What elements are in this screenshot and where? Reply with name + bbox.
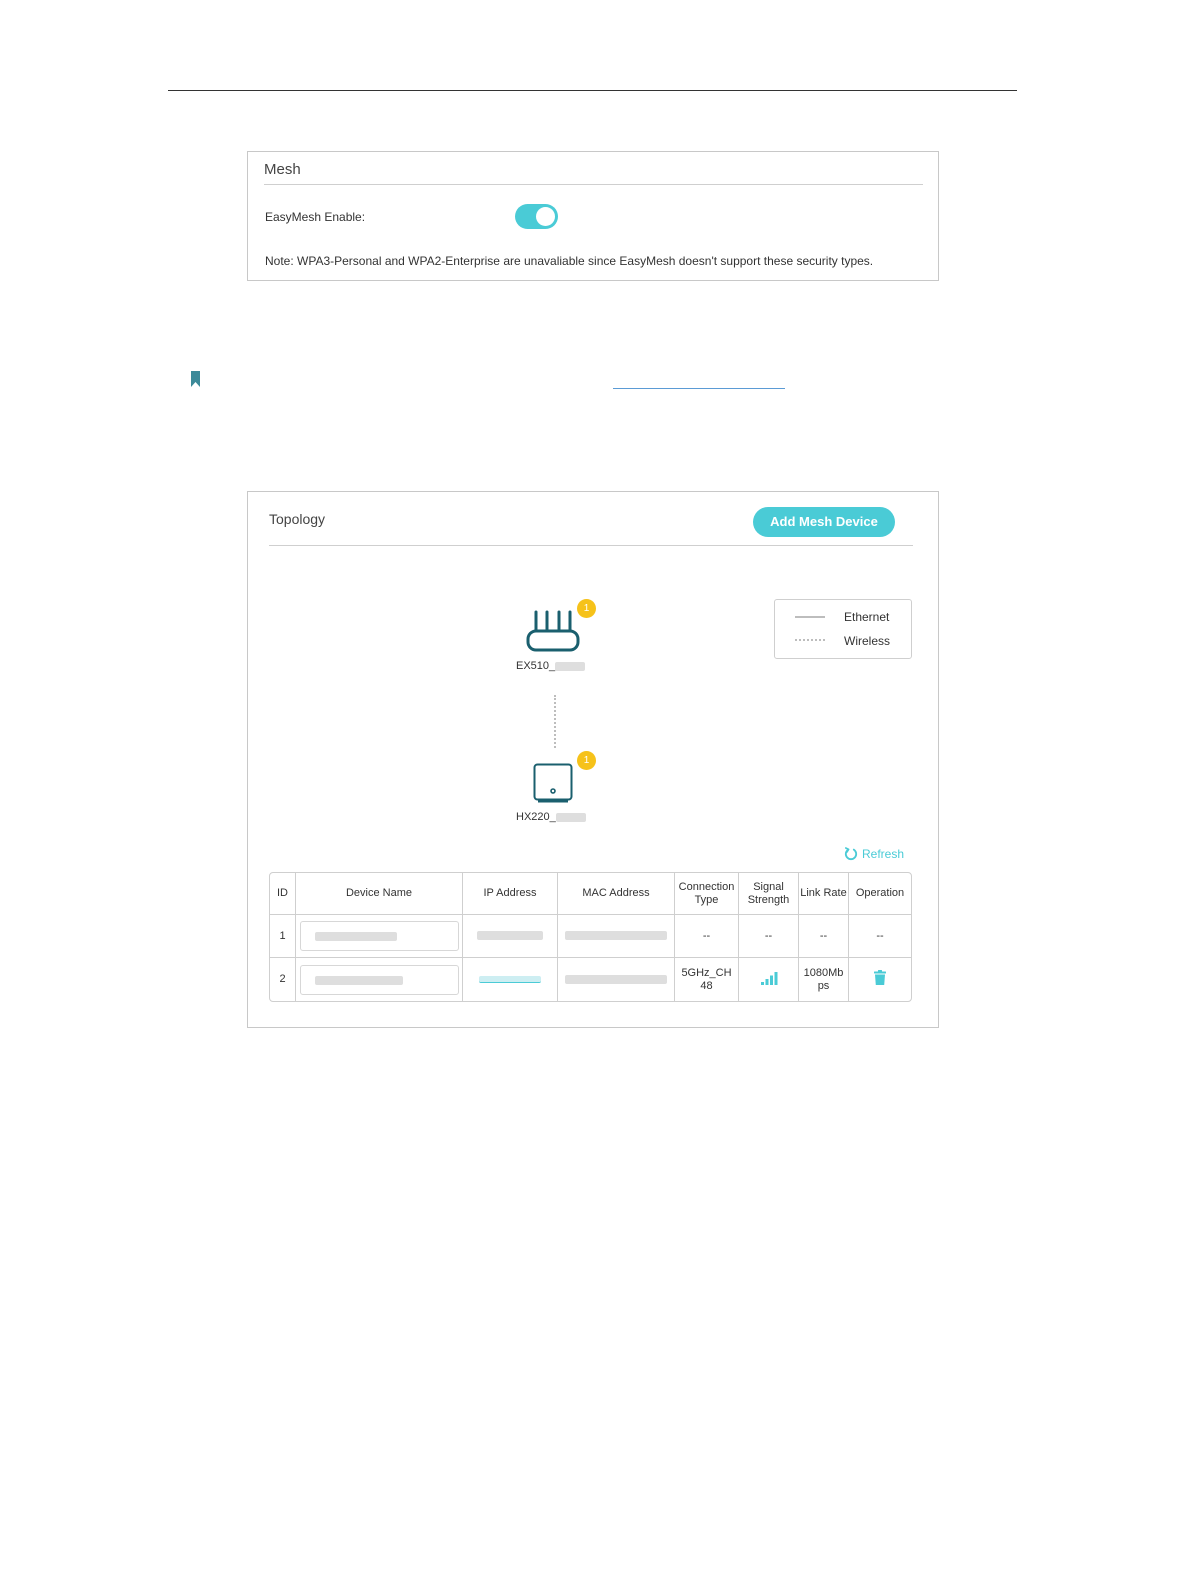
cell-id: 1 [270,915,296,958]
cell-ip-address [463,915,558,958]
ethernet-line-sample [795,616,825,618]
signal-bars-icon [760,971,777,985]
cell-device-name [296,958,463,1001]
mesh-device-table: ID Device Name IP Address MAC Address Co… [269,872,912,1002]
device-name-input[interactable] [299,921,459,951]
node-name: EX510_ [516,660,556,672]
cell-signal-strength: -- [739,915,799,958]
mesh-divider [264,184,923,185]
topology-legend: Ethernet Wireless [774,599,912,659]
redacted-text [555,812,586,822]
redacted-text [565,931,667,941]
legend-ethernet-label: Ethernet [844,610,890,624]
refresh-label: Refresh [862,847,905,861]
header-rule [168,90,1017,91]
table-row: 1 -- -- -- -- [270,915,911,958]
cell-connection-type: -- [675,915,739,958]
cell-id: 2 [270,958,296,1001]
link-underline[interactable] [613,388,785,389]
col-connection-type: Connection Type [675,873,739,915]
node-badge: 1 [577,751,596,770]
redacted-text [314,932,397,941]
cell-mac-address [558,915,675,958]
redacted-text [477,931,543,941]
trash-icon[interactable] [874,970,886,985]
node-name: HX220_ [516,811,556,823]
col-id: ID [270,873,296,915]
cell-link-rate: 1080Mb ps [799,958,849,1001]
cell-connection-type: 5GHz_CH 48 [675,958,739,1001]
cell-link-rate: -- [799,915,849,958]
mesh-title: Mesh [264,161,301,178]
toggle-knob [536,207,555,226]
wireless-link-line [554,695,556,748]
col-operation: Operation [849,873,911,915]
node-label-hx220: HX220_ [516,811,586,823]
device-name-input[interactable] [299,964,459,995]
col-ip-address: IP Address [463,873,558,915]
mesh-panel: Mesh EasyMesh Enable: Note: WPA3-Persona… [247,151,939,281]
ip-address-link[interactable] [479,975,541,983]
refresh-icon [844,847,858,861]
refresh-button[interactable]: Refresh [844,847,904,861]
redacted-text [314,975,403,985]
cell-device-name [296,915,463,958]
node-label-ex510: EX510_ [516,660,586,672]
cell-mac-address [558,958,675,1001]
router-icon[interactable] [525,609,581,653]
bookmark-icon [191,371,200,387]
table-header-row: ID Device Name IP Address MAC Address Co… [270,873,911,915]
wireless-line-sample [795,639,825,641]
legend-wireless-label: Wireless [844,634,891,648]
table-row: 2 5GHz_CH 48 1080Mb ps [270,958,911,1001]
cell-operation [849,958,911,1001]
redacted-text [565,974,667,984]
easymesh-toggle[interactable] [515,204,558,229]
cell-operation: -- [849,915,911,958]
col-link-rate: Link Rate [799,873,849,915]
topology-title: Topology [269,511,326,527]
col-signal-strength: Signal Strength [739,873,799,915]
col-mac-address: MAC Address [558,873,675,915]
cell-ip-address[interactable] [463,958,558,1001]
cell-signal-strength [739,958,799,1001]
topology-divider [269,545,913,546]
topology-panel: Topology Add Mesh Device Ethernet Wirele… [247,491,939,1028]
col-device-name: Device Name [296,873,463,915]
easymesh-enable-label: EasyMesh Enable: [265,210,366,224]
redacted-text [555,661,586,671]
node-badge: 1 [577,599,596,618]
satellite-icon[interactable] [533,763,573,803]
add-mesh-device-button[interactable]: Add Mesh Device [753,507,895,537]
mesh-note: Note: WPA3-Personal and WPA2-Enterprise … [265,254,874,268]
